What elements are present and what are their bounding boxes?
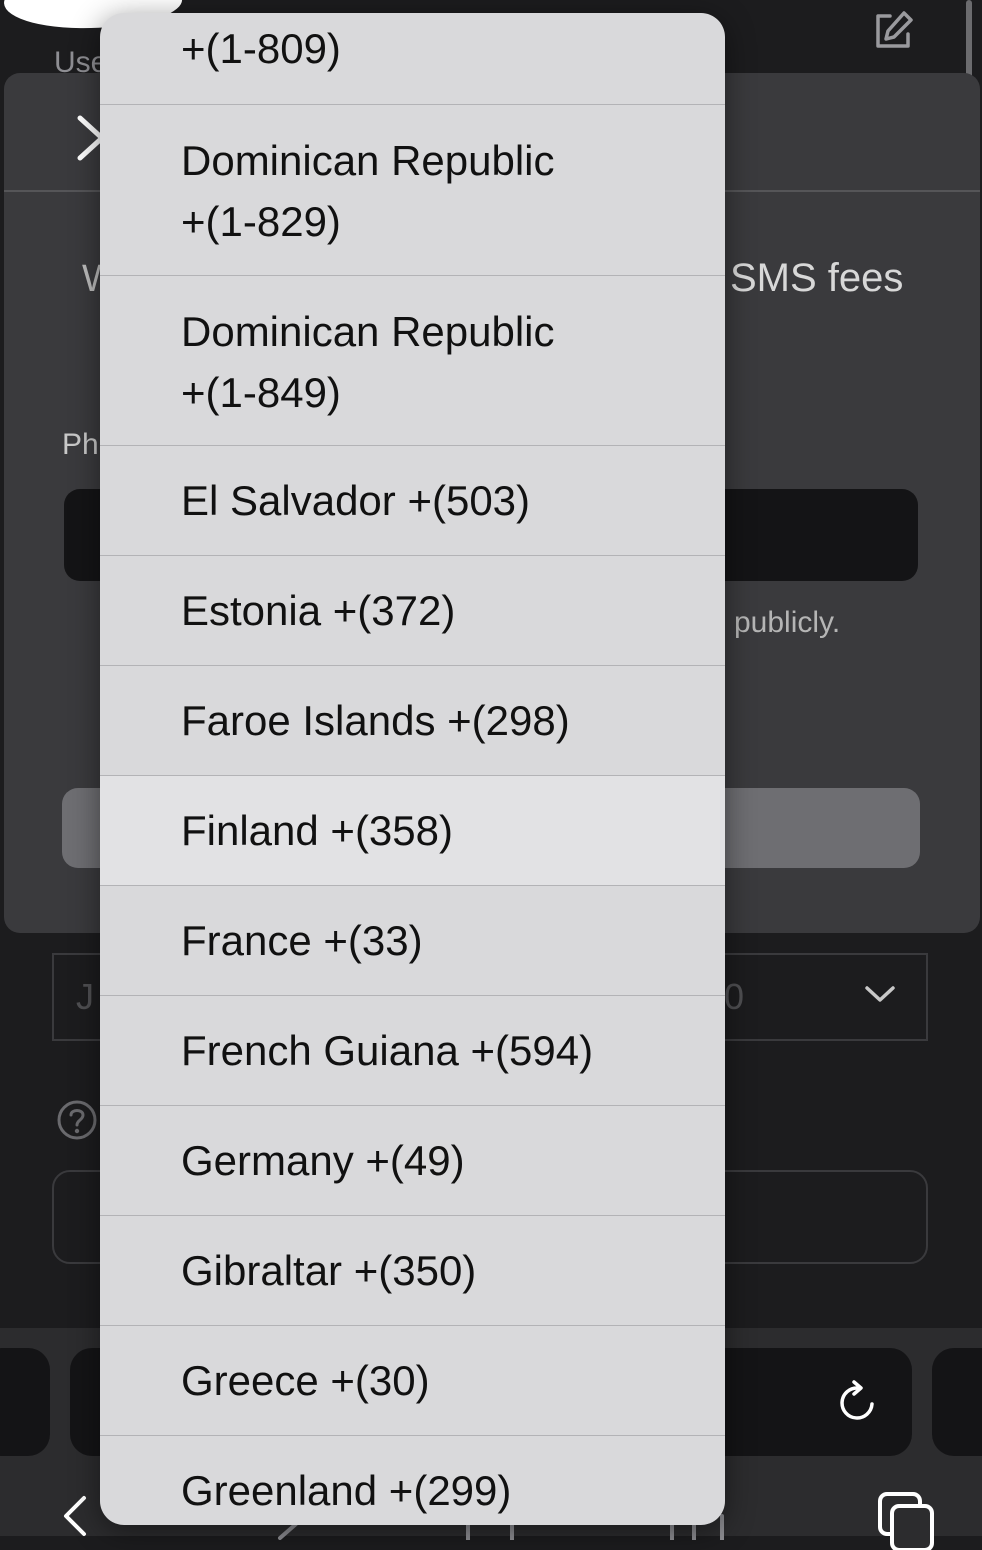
picker-option-greece[interactable]: Greece +(30) <box>100 1326 725 1436</box>
picker-option-dominican-republic-849[interactable]: Dominican Republic +(1-849) <box>100 276 725 446</box>
tab-preview-right[interactable] <box>932 1348 982 1456</box>
option-label: Estonia +(372) <box>181 587 456 634</box>
option-label: France +(33) <box>181 917 423 964</box>
option-label: El Salvador +(503) <box>181 477 531 524</box>
picker-option-dominican-republic-829[interactable]: Dominican Republic +(1-829) <box>100 105 725 276</box>
option-label: Germany +(49) <box>181 1137 465 1184</box>
option-label: French Guiana +(594) <box>181 1027 594 1074</box>
option-label: +(1-829) <box>181 198 341 245</box>
privacy-note: publicly. <box>734 606 841 639</box>
chevron-down-icon[interactable] <box>862 980 898 1008</box>
picker-option-gibraltar[interactable]: Gibraltar +(350) <box>100 1216 725 1326</box>
option-label: Greece +(30) <box>181 1357 430 1404</box>
picker-option-faroe-islands[interactable]: Faroe Islands +(298) <box>100 666 725 776</box>
option-label: Dominican Republic <box>181 137 555 184</box>
picker-option-1-809[interactable]: +(1-809) <box>100 13 725 105</box>
edit-icon[interactable] <box>870 8 916 54</box>
reload-icon[interactable] <box>832 1376 884 1428</box>
tabs-icon[interactable] <box>876 1490 938 1550</box>
picker-option-estonia[interactable]: Estonia +(372) <box>100 556 725 666</box>
picker-option-germany[interactable]: Germany +(49) <box>100 1106 725 1216</box>
help-icon[interactable] <box>56 1099 98 1141</box>
select-value-right: 0 <box>724 976 745 1017</box>
option-label: Dominican Republic <box>181 308 555 355</box>
back-icon[interactable] <box>56 1492 92 1542</box>
picker-option-finland[interactable]: Finland +(358) <box>100 776 725 886</box>
picker-option-el-salvador[interactable]: El Salvador +(503) <box>100 446 725 556</box>
option-label: +(1-809) <box>181 25 341 72</box>
sms-fees-text: SMS fees <box>730 256 904 300</box>
picker-option-french-guiana[interactable]: French Guiana +(594) <box>100 996 725 1106</box>
phone-label: Ph <box>62 428 99 461</box>
option-label: Greenland +(299) <box>181 1467 512 1514</box>
picker-option-france[interactable]: France +(33) <box>100 886 725 996</box>
select-value-left: J <box>76 976 94 1017</box>
option-label: Finland +(358) <box>181 807 453 854</box>
tab-preview-left[interactable] <box>0 1348 50 1456</box>
option-label: Gibraltar +(350) <box>181 1247 477 1294</box>
country-code-picker[interactable]: +(1-809) Dominican Republic +(1-829) Dom… <box>100 13 725 1525</box>
option-label: Faroe Islands +(298) <box>181 697 570 744</box>
option-label: +(1-849) <box>181 369 341 416</box>
picker-option-greenland[interactable]: Greenland +(299) <box>100 1436 725 1525</box>
